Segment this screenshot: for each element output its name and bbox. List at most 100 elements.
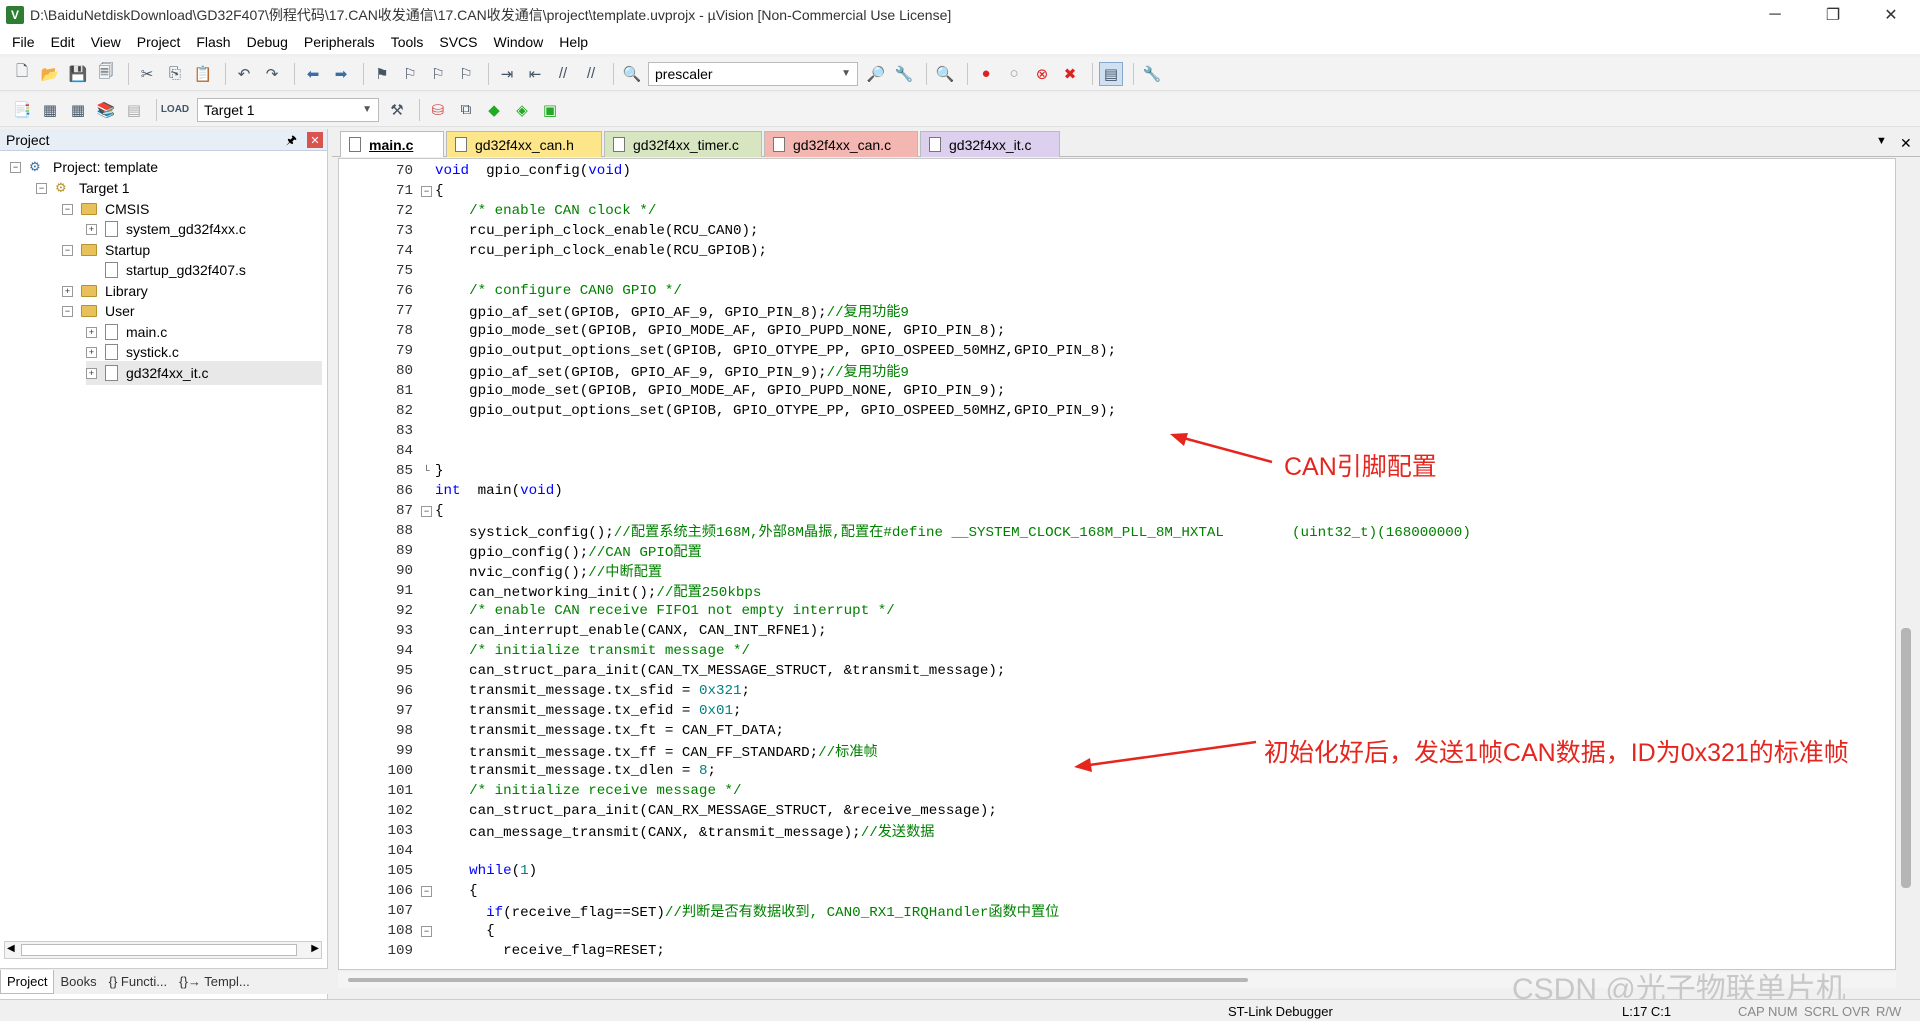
next-bookmark-icon[interactable]: ⚐ [426, 62, 450, 86]
target-options-icon[interactable]: ⚒ [385, 98, 409, 122]
collapse-icon[interactable]: − [62, 244, 73, 256]
close-button[interactable]: ✕ [1862, 0, 1920, 30]
expand-icon[interactable]: + [86, 223, 97, 235]
fold-toggle-icon[interactable]: − [421, 506, 432, 517]
code-line[interactable]: 108 { [339, 921, 1879, 941]
scroll-left-icon[interactable]: ◀ [7, 943, 15, 954]
menu-file[interactable]: File [4, 34, 43, 50]
code-line[interactable]: 70 void gpio_config(void) [339, 161, 1879, 181]
open-file-icon[interactable]: 📂 [38, 62, 62, 86]
code-line[interactable]: 73 rcu_periph_clock_enable(RCU_CAN0); [339, 221, 1879, 241]
code-line[interactable]: 88 systick_config();//配置系统主频168M,外部8M晶振,… [339, 521, 1879, 541]
comment-icon[interactable]: // [551, 62, 575, 86]
breakpoint-icon[interactable]: ● [974, 62, 998, 86]
window-layout-icon[interactable]: ▤ [1099, 61, 1123, 86]
collapse-icon[interactable]: − [62, 203, 73, 215]
collapse-icon[interactable]: − [36, 182, 47, 194]
tab-functions[interactable]: {} Functi... [103, 974, 174, 989]
code-line[interactable]: 94 /* initialize transmit message */ [339, 641, 1879, 661]
file-extensions-icon[interactable]: ⧉ [454, 98, 478, 122]
menu-flash[interactable]: Flash [188, 34, 238, 50]
undo-icon[interactable]: ↶ [232, 62, 256, 86]
code-line[interactable]: 92 /* enable CAN receive FIFO1 not empty… [339, 601, 1879, 621]
code-line[interactable]: 71 { [339, 181, 1879, 201]
code-editor[interactable]: 70 void gpio_config(void) 71{−72 /* enable… [338, 158, 1896, 970]
menu-svcs[interactable]: SVCS [431, 34, 485, 50]
tab-main-c[interactable]: main.c [340, 131, 444, 157]
translate-icon[interactable]: 📑 [10, 98, 34, 122]
code-line[interactable]: 83 [339, 421, 1879, 441]
code-line[interactable]: 81 gpio_mode_set(GPIOB, GPIO_MODE_AF, GP… [339, 381, 1879, 401]
menu-help[interactable]: Help [551, 34, 596, 50]
code-line[interactable]: 87 { [339, 501, 1879, 521]
code-line[interactable]: 82 gpio_output_options_set(GPIOB, GPIO_O… [339, 401, 1879, 421]
tab-project[interactable]: Project [0, 969, 55, 994]
configure-icon[interactable]: 🔧 [1140, 62, 1164, 86]
batch-build-icon[interactable]: 📚 [94, 98, 118, 122]
select-packs-icon[interactable]: ◈ [510, 98, 534, 122]
debug-session-icon[interactable]: 🔍 [933, 62, 957, 86]
new-file-icon[interactable]: 🗋 [10, 62, 34, 86]
expand-icon[interactable]: + [86, 326, 97, 338]
save-icon[interactable]: 💾 [66, 62, 90, 86]
close-tab-icon[interactable]: ✕ [1900, 135, 1912, 152]
manage-components-icon[interactable]: ◆ [482, 98, 506, 122]
code-line[interactable]: 101 /* initialize receive message */ [339, 781, 1879, 801]
code-line[interactable]: 77 gpio_af_set(GPIOB, GPIO_AF_9, GPIO_PI… [339, 301, 1879, 321]
menu-tools[interactable]: Tools [383, 34, 432, 50]
code-line[interactable]: 106 { [339, 881, 1879, 901]
uncomment-icon[interactable]: // [579, 62, 603, 86]
download-icon[interactable]: LOAD [161, 98, 189, 122]
search-combo[interactable]: prescaler ▼ [648, 61, 858, 86]
fold-toggle-icon[interactable]: └ [421, 466, 432, 477]
editor-vertical-scrollbar[interactable] [1897, 158, 1917, 970]
tree-item-file-selected[interactable]: + gd32f4xx_it.c [86, 361, 322, 385]
code-line[interactable]: 97 transmit_message.tx_efid = 0x01; [339, 701, 1879, 721]
find-in-files-icon[interactable]: 🔍 [620, 62, 644, 86]
code-line[interactable]: 104 [339, 841, 1879, 861]
code-line[interactable]: 74 rcu_periph_clock_enable(RCU_GPIOB); [339, 241, 1879, 261]
navigate-forward-icon[interactable]: ➡ [329, 62, 353, 86]
code-line[interactable]: 72 /* enable CAN clock */ [339, 201, 1879, 221]
code-line[interactable]: 109 receive_flag=RESET; [339, 941, 1879, 961]
menu-peripherals[interactable]: Peripherals [296, 34, 383, 50]
scrollbar-thumb[interactable] [21, 944, 297, 956]
menu-edit[interactable]: Edit [43, 34, 83, 50]
code-line[interactable]: 79 gpio_output_options_set(GPIOB, GPIO_O… [339, 341, 1879, 361]
paste-icon[interactable]: 📋 [191, 62, 215, 86]
prev-bookmark-icon[interactable]: ⚐ [398, 62, 422, 86]
target-combo[interactable]: Target 1 ▼ [197, 97, 379, 122]
code-line[interactable]: 84 [339, 441, 1879, 461]
code-line[interactable]: 93 can_interrupt_enable(CANX, CAN_INT_RF… [339, 621, 1879, 641]
code-line[interactable]: 90 nvic_config();//中断配置 [339, 561, 1879, 581]
copy-icon[interactable]: ⎘ [163, 62, 187, 86]
collapse-icon[interactable]: − [62, 305, 73, 317]
scrollbar-thumb[interactable] [348, 978, 1248, 982]
save-all-icon[interactable]: 🗐 [94, 62, 118, 86]
find-icon[interactable]: 🔎 [864, 62, 888, 86]
code-line[interactable]: 103 can_message_transmit(CANX, &transmit… [339, 821, 1879, 841]
minimize-button[interactable]: ─ [1746, 0, 1804, 30]
expand-icon[interactable]: + [62, 285, 73, 297]
tab-gd32f4xx-it-c[interactable]: gd32f4xx_it.c [920, 131, 1060, 157]
disable-all-breakpoints-icon[interactable]: ⊗ [1030, 62, 1054, 86]
code-line[interactable]: 76 /* configure CAN0 GPIO */ [339, 281, 1879, 301]
fold-toggle-icon[interactable]: − [421, 186, 432, 197]
tab-gd32f4xx-can-h[interactable]: gd32f4xx_can.h [446, 131, 602, 157]
expand-icon[interactable]: + [86, 367, 97, 379]
rebuild-icon[interactable]: ▦ [66, 98, 90, 122]
scroll-right-icon[interactable]: ▶ [311, 943, 319, 954]
code-line[interactable]: 102 can_struct_para_init(CAN_RX_MESSAGE_… [339, 801, 1879, 821]
tab-templates[interactable]: {}→ Templ... [173, 974, 256, 989]
code-line[interactable]: 105 while(1) [339, 861, 1879, 881]
kill-breakpoints-icon[interactable]: ✖ [1058, 62, 1082, 86]
build-icon[interactable]: ▦ [38, 98, 62, 122]
menu-debug[interactable]: Debug [239, 34, 296, 50]
pack-installer-icon[interactable]: ▣ [538, 98, 562, 122]
indent-icon[interactable]: ⇥ [495, 62, 519, 86]
maximize-button[interactable]: ❐ [1804, 0, 1862, 30]
code-line[interactable]: 91 can_networking_init();//配置250kbps [339, 581, 1879, 601]
project-horizontal-scrollbar[interactable]: ◀ ▶ [4, 941, 322, 959]
expand-icon[interactable]: + [86, 346, 97, 358]
navigate-back-icon[interactable]: ⬅ [301, 62, 325, 86]
